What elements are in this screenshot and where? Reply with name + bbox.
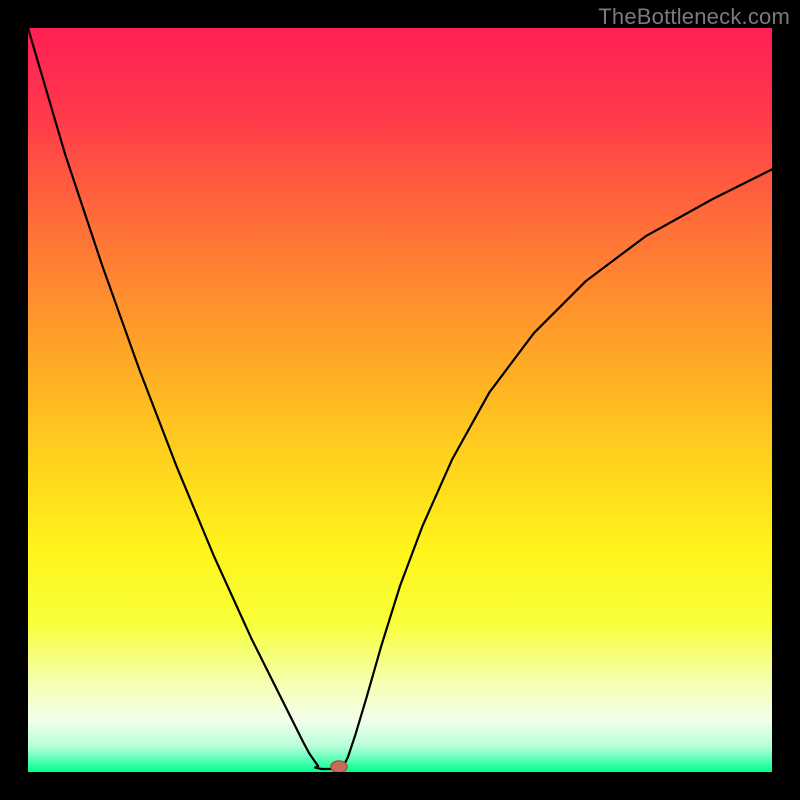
plot-svg <box>28 28 772 772</box>
gradient-background <box>28 28 772 772</box>
plot-area <box>28 28 772 772</box>
minimum-marker <box>331 761 347 772</box>
watermark-text: TheBottleneck.com <box>598 4 790 30</box>
chart-stage: TheBottleneck.com <box>0 0 800 800</box>
